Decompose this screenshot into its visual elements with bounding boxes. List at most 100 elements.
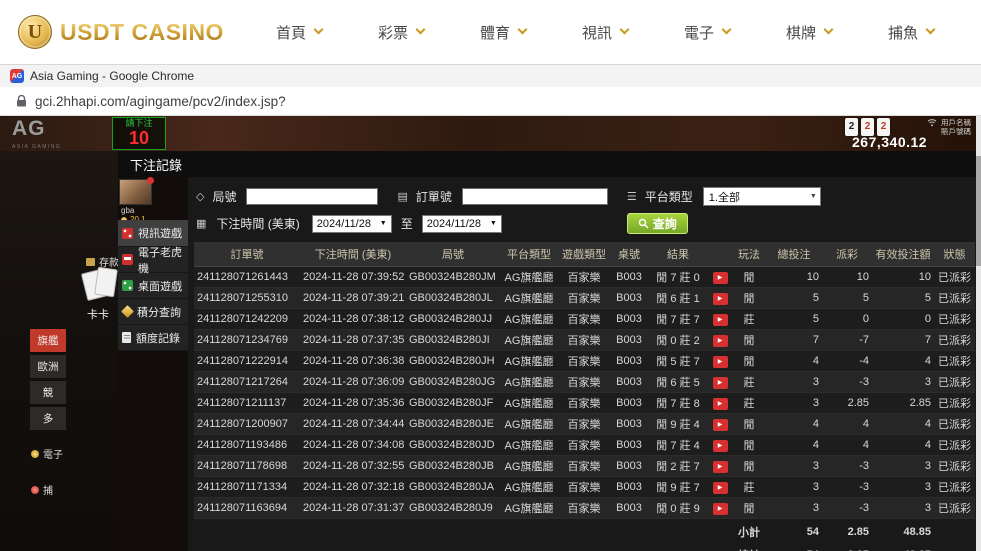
replay-cell: ▶ [708, 498, 732, 519]
table-no-cell: B003 [610, 414, 648, 435]
order-cell: 241128071234769 [194, 330, 300, 351]
order-cell: 241128071178698 [194, 456, 300, 477]
grand-total-row: 總計 54 2.85 48.85 [194, 542, 975, 551]
category-competition[interactable]: 競 [30, 381, 66, 404]
play-icon: ▶ [718, 443, 723, 449]
col-total-bet: 總投注 [766, 242, 822, 267]
nav-label: 電子 [684, 22, 714, 43]
table-no-cell: B003 [610, 456, 648, 477]
round-input[interactable] [246, 188, 378, 205]
col-replay [708, 242, 732, 267]
grand-total-payout: 2.85 [822, 542, 872, 551]
table-row: 241128071178698 2024-11-28 07:32:55 GB00… [194, 456, 975, 477]
payout-cell: -3 [822, 372, 872, 393]
modal-title: 下注記錄 [118, 151, 981, 177]
platform-select[interactable]: 1.全部 ▼ [703, 187, 821, 206]
chevron-down-icon [314, 25, 324, 35]
result-cell: 閒 2 莊 7 [648, 456, 708, 477]
round-cell: GB00324B280JF [406, 393, 500, 414]
menu-slot-machines[interactable]: 電子老虎機 [118, 247, 188, 273]
platform-cell: AG旗艦廳 [500, 414, 558, 435]
replay-button[interactable]: ▶ [713, 503, 728, 515]
menu-points-inquiry[interactable]: 積分查詢 [118, 299, 188, 325]
status-cell: 已派彩 [934, 351, 975, 372]
total-bet-cell: 5 [766, 288, 822, 309]
nav-item-live[interactable]: 視訊 [582, 22, 628, 43]
search-icon [638, 218, 649, 229]
page-scrollbar[interactable] [976, 116, 981, 551]
nav-item-slots[interactable]: 電子 [684, 22, 730, 43]
table-row: 241128071193486 2024-11-28 07:34:08 GB00… [194, 435, 975, 456]
replay-button[interactable]: ▶ [713, 398, 728, 410]
bet-on-cell: 閒 [732, 414, 766, 435]
replay-cell: ▶ [708, 351, 732, 372]
nav-item-lottery[interactable]: 彩票 [378, 22, 424, 43]
replay-button[interactable]: ▶ [713, 293, 728, 305]
replay-button[interactable]: ▶ [713, 482, 728, 494]
replay-button[interactable]: ▶ [713, 272, 728, 284]
payout-cell: -3 [822, 456, 872, 477]
replay-button[interactable]: ▶ [713, 356, 728, 368]
spacer-cell [934, 519, 975, 543]
screen: U USDT CASINO 首頁 彩票 體育 視訊 電子 棋牌 捕魚 AG As… [0, 0, 981, 551]
lobby-link-fishing[interactable]: 捕 [31, 482, 53, 497]
modal-content: ◇ 局號 ▤ 訂單號 ☰ 平台類型 1.全部 ▼ ▦ [188, 177, 981, 551]
replay-button[interactable]: ▶ [713, 377, 728, 389]
payout-cell: -7 [822, 330, 872, 351]
play-icon: ▶ [718, 401, 723, 407]
order-icon: ▤ [397, 190, 407, 203]
table-no-cell: B003 [610, 372, 648, 393]
payout-cell: 2.85 [822, 393, 872, 414]
round-icon: ◇ [196, 190, 204, 203]
site-logo[interactable]: U USDT CASINO [18, 15, 224, 49]
replay-button[interactable]: ▶ [713, 335, 728, 347]
date-to-select[interactable]: 2024/11/28 ▼ [422, 215, 502, 233]
category-europe[interactable]: 歐洲 [30, 355, 66, 378]
ag-logo: AG ASIA GAMING [12, 119, 61, 157]
replay-cell: ▶ [708, 288, 732, 309]
replay-button[interactable]: ▶ [713, 440, 728, 452]
nav-label: 棋牌 [786, 22, 816, 43]
replay-button[interactable]: ▶ [713, 461, 728, 473]
status-cell: 已派彩 [934, 414, 975, 435]
nav-item-fishing[interactable]: 捕魚 [888, 22, 934, 43]
menu-credit-records[interactable]: 額度記錄 [118, 325, 188, 351]
document-icon [122, 332, 131, 343]
result-cell: 閒 9 莊 7 [648, 477, 708, 498]
replay-cell: ▶ [708, 330, 732, 351]
game-cell: 百家樂 [558, 456, 610, 477]
game-cell: 百家樂 [558, 393, 610, 414]
nav-item-sports[interactable]: 體育 [480, 22, 526, 43]
menu-table-games[interactable]: 桌面遊戲 [118, 273, 188, 299]
round-cell: GB00324B280J9 [406, 498, 500, 519]
dropdown-arrow-icon: ▼ [490, 220, 497, 227]
lobby-link-slots[interactable]: 電子 [31, 446, 63, 461]
col-table: 桌號 [610, 242, 648, 267]
nav-label: 捕魚 [888, 22, 918, 43]
search-button[interactable]: 查詢 [627, 213, 688, 234]
col-platform: 平台類型 [500, 242, 558, 267]
category-flagship[interactable]: 旗艦 [30, 329, 66, 352]
account-name-label: 用戶名稱 [941, 118, 971, 127]
side-label: 卡卡 [87, 306, 109, 322]
bet-time-label: 下注時間 (美東) [216, 215, 299, 232]
payout-cell: -3 [822, 477, 872, 498]
modal-menu: 視訊遊戲 電子老虎機 桌面遊戲 積分查詢 額度記錄 [118, 220, 188, 351]
category-multi[interactable]: 多 [30, 407, 66, 430]
subtotal-valid-bet: 48.85 [872, 519, 934, 543]
order-cell: 241128071242209 [194, 309, 300, 330]
scrollbar-thumb[interactable] [976, 156, 981, 266]
replay-button[interactable]: ▶ [713, 314, 728, 326]
date-from-select[interactable]: 2024/11/28 ▼ [312, 215, 392, 233]
nav-item-cards[interactable]: 棋牌 [786, 22, 832, 43]
payout-cell: 0 [822, 309, 872, 330]
payout-cell: 4 [822, 414, 872, 435]
lobby-category-strip: 旗艦 歐洲 競 多 [30, 329, 66, 430]
replay-button[interactable]: ▶ [713, 419, 728, 431]
nav-item-home[interactable]: 首頁 [276, 22, 322, 43]
order-input[interactable] [462, 188, 608, 205]
total-bet-cell: 3 [766, 477, 822, 498]
chrome-urlbar[interactable]: gci.2hhapi.com/agingame/pcv2/index.jsp? [0, 87, 981, 116]
col-valid-bet: 有效投注額 [872, 242, 934, 267]
bet-on-cell: 莊 [732, 309, 766, 330]
